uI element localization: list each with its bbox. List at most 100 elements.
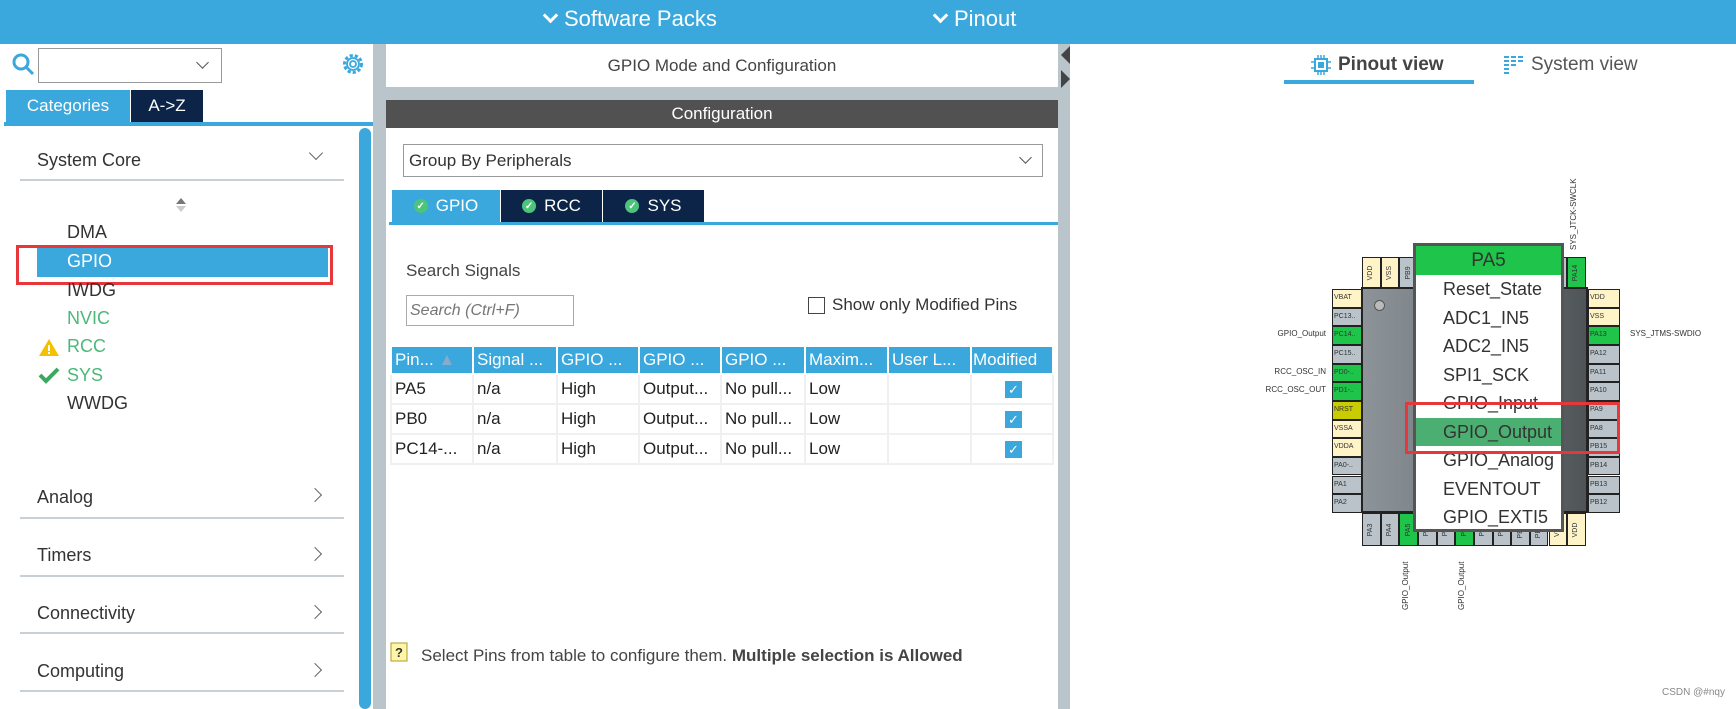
cell-pull[interactable]: No pull... <box>720 373 806 405</box>
show-modified-checkbox[interactable] <box>808 297 825 314</box>
software-packs-menu[interactable]: Software Packs <box>542 6 717 32</box>
item-nvic[interactable]: NVIC <box>67 308 110 329</box>
chevron-down-icon[interactable] <box>308 145 324 161</box>
pin-vdd[interactable]: VDD <box>1362 257 1381 288</box>
cell-speed[interactable]: Low <box>804 373 889 405</box>
panel-splitter[interactable] <box>373 44 386 709</box>
cell-pin[interactable]: PC14-... <box>390 433 474 465</box>
item-iwdg[interactable]: IWDG <box>67 280 116 301</box>
category-analog[interactable]: Analog <box>37 487 93 508</box>
pin-pa10[interactable]: PA10 <box>1588 382 1620 401</box>
item-gpio[interactable]: GPIO <box>67 251 112 272</box>
scrollbar[interactable] <box>359 128 371 709</box>
pin-pd0[interactable]: PD0-.. <box>1332 363 1362 383</box>
sort-icon[interactable]: ▲ <box>438 350 455 369</box>
pin-pa4[interactable]: PA4 <box>1380 513 1400 546</box>
checkbox-checked-icon[interactable]: ✓ <box>1005 441 1022 458</box>
column-header[interactable]: User L... <box>887 345 972 375</box>
cell-mode[interactable]: Output... <box>638 373 722 405</box>
cell-mode[interactable]: Output... <box>638 403 722 435</box>
pin-vss[interactable]: VSS <box>1380 257 1400 288</box>
column-header[interactable]: Pin... ▲ <box>390 345 474 375</box>
cell-label[interactable] <box>887 403 972 435</box>
menu-item[interactable]: EVENTOUT <box>1416 475 1561 504</box>
category-system-core[interactable]: System Core <box>37 150 141 171</box>
category-connectivity[interactable]: Connectivity <box>37 603 135 624</box>
cell-signal[interactable]: n/a <box>472 433 558 465</box>
cell-pin[interactable]: PB0 <box>390 403 474 435</box>
item-dma[interactable]: DMA <box>67 222 107 243</box>
pin-vdda[interactable]: VDDA <box>1332 438 1362 457</box>
cell-pull[interactable]: No pull... <box>720 403 806 435</box>
pin-nrst[interactable]: NRST <box>1332 400 1362 420</box>
tab-rcc[interactable]: ✓ RCC <box>501 190 602 222</box>
item-sys[interactable]: SYS <box>67 365 103 386</box>
cell-level[interactable]: High <box>556 433 640 465</box>
tab-a-z[interactable]: A->Z <box>131 90 203 122</box>
column-header[interactable]: GPIO ... <box>638 345 722 375</box>
tab-sys[interactable]: ✓ SYS <box>603 190 704 222</box>
table-row[interactable]: PA5 n/a High Output... No pull... Low ✓ <box>390 373 1054 405</box>
pin-pc14[interactable]: PC14.. <box>1332 326 1362 345</box>
cell-signal[interactable]: n/a <box>472 403 558 435</box>
pin-pc15[interactable]: PC15.. <box>1332 344 1362 364</box>
search-signals-input[interactable] <box>406 295 574 326</box>
pin-pa3[interactable]: PA3 <box>1362 513 1381 546</box>
pin-vssa[interactable]: VSSA <box>1332 419 1362 439</box>
column-header[interactable]: Signal ... <box>472 345 558 375</box>
pin-pb13[interactable]: PB13 <box>1588 475 1620 495</box>
menu-item[interactable]: Reset_State <box>1416 275 1561 304</box>
column-header[interactable]: GPIO ... <box>556 345 640 375</box>
collapse-left-icon[interactable] <box>1061 46 1070 64</box>
pin-pa0[interactable]: PA0-.. <box>1332 456 1362 476</box>
cell-speed[interactable]: Low <box>804 433 889 465</box>
table-row[interactable]: PB0 n/a High Output... No pull... Low ✓ <box>390 403 1054 435</box>
tab-system-view[interactable]: System view <box>1531 54 1638 76</box>
cell-label[interactable] <box>887 433 972 465</box>
table-row[interactable]: PC14-... n/a High Output... No pull... Low ✓ <box>390 433 1054 465</box>
pin-vdd[interactable]: VDD <box>1567 513 1586 546</box>
pin-pd1[interactable]: PD1-.. <box>1332 382 1362 401</box>
pin-vbat[interactable]: VBAT <box>1332 289 1362 308</box>
menu-item[interactable]: SPI1_SCK <box>1416 361 1561 390</box>
item-wwdg[interactable]: WWDG <box>67 393 128 414</box>
sort-icon[interactable] <box>175 197 187 213</box>
column-header[interactable]: Modified <box>970 345 1054 375</box>
cell-speed[interactable]: Low <box>804 403 889 435</box>
pin-pb14[interactable]: PB14 <box>1588 456 1620 476</box>
category-timers[interactable]: Timers <box>37 545 91 566</box>
pinout-menu[interactable]: Pinout <box>932 6 1016 32</box>
cell-mode[interactable]: Output... <box>638 433 722 465</box>
category-computing[interactable]: Computing <box>37 661 124 682</box>
gear-icon[interactable] <box>340 51 366 77</box>
search-icon[interactable] <box>11 52 35 76</box>
group-by-select[interactable]: Group By Peripherals <box>403 144 1043 177</box>
cell-pull[interactable]: No pull... <box>720 433 806 465</box>
pin-vss[interactable]: VSS <box>1588 307 1620 327</box>
pin-pb12[interactable]: PB12 <box>1588 494 1620 513</box>
cell-level[interactable]: High <box>556 373 640 405</box>
menu-item[interactable]: ADC2_IN5 <box>1416 332 1561 361</box>
checkbox-checked-icon[interactable]: ✓ <box>1005 381 1022 398</box>
pin-pa14[interactable]: PA14 <box>1567 257 1586 288</box>
pin-pa2[interactable]: PA2 <box>1332 494 1362 513</box>
cell-pin[interactable]: PA5 <box>390 373 474 405</box>
cell-modified[interactable]: ✓ <box>970 403 1054 435</box>
cell-signal[interactable]: n/a <box>472 373 558 405</box>
column-header[interactable]: Maxim... <box>804 345 889 375</box>
tab-categories[interactable]: Categories <box>6 90 130 122</box>
pin-pa11[interactable]: PA11 <box>1588 363 1620 383</box>
menu-item[interactable]: GPIO_EXTI5 <box>1416 503 1561 532</box>
tab-gpio[interactable]: ✓ GPIO <box>392 190 500 222</box>
pin-pa12[interactable]: PA12 <box>1588 344 1620 364</box>
cell-modified[interactable]: ✓ <box>970 373 1054 405</box>
pin-pa1[interactable]: PA1 <box>1332 475 1362 495</box>
pin-pa13[interactable]: PA13 <box>1588 326 1620 345</box>
cell-modified[interactable]: ✓ <box>970 433 1054 465</box>
pin-vdd[interactable]: VDD <box>1588 289 1620 308</box>
item-rcc[interactable]: RCC <box>67 336 106 357</box>
menu-item[interactable]: ADC1_IN5 <box>1416 304 1561 333</box>
column-header[interactable]: GPIO ... <box>720 345 806 375</box>
cell-label[interactable] <box>887 373 972 405</box>
pin-pc13[interactable]: PC13.. <box>1332 307 1362 327</box>
